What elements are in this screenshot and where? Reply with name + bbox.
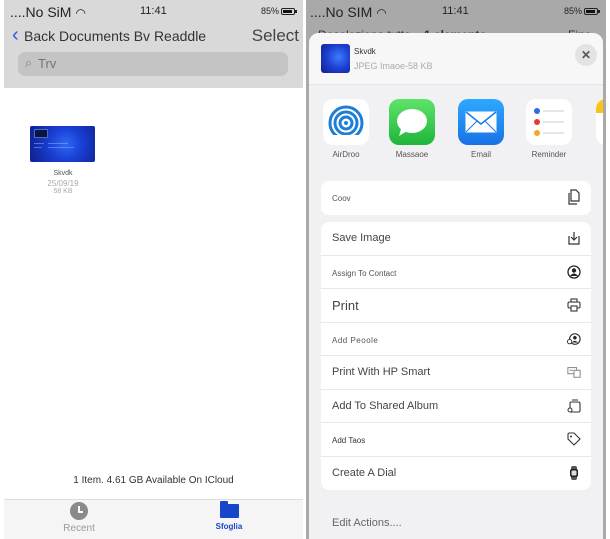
wifi-icon: ◠ bbox=[376, 6, 387, 20]
chevron-left-icon[interactable]: ‹ bbox=[12, 25, 19, 45]
shared-album-icon bbox=[567, 399, 581, 413]
action-add-people[interactable]: Add Peoole bbox=[321, 323, 591, 356]
battery-percent: 85% bbox=[563, 6, 582, 16]
battery-indicator: 85% bbox=[260, 6, 297, 16]
folder-icon bbox=[219, 501, 239, 518]
share-app-label: AirDroo bbox=[332, 150, 360, 159]
close-icon: ✕ bbox=[580, 48, 592, 62]
action-assign-contact[interactable]: Assign To Contact bbox=[321, 256, 591, 289]
tag-icon bbox=[567, 432, 581, 446]
message-icon bbox=[389, 99, 435, 145]
share-app-notes[interactable] bbox=[589, 99, 603, 145]
clock-icon bbox=[70, 502, 88, 520]
panel-divider bbox=[304, 0, 306, 539]
share-app-reminder[interactable]: Reminder bbox=[519, 99, 579, 159]
share-sheet: Skvdk JPEG Imaoe-58 KB ✕ AirDroo Massaoe… bbox=[309, 33, 603, 539]
file-thumbnail[interactable] bbox=[30, 126, 95, 162]
contact-icon bbox=[567, 264, 581, 279]
tab-bar: Recent Sfoglia bbox=[4, 499, 303, 539]
file-date: 25/09/19 bbox=[47, 179, 79, 188]
copy-group: Coov bbox=[321, 181, 591, 215]
tab-recent[interactable]: Recent bbox=[49, 502, 109, 534]
tab-label: Recent bbox=[63, 523, 95, 534]
thumbnail-line bbox=[48, 143, 68, 144]
carrier-label: ....No SIM ◠ bbox=[310, 4, 387, 20]
carrier-text: ....No SIM bbox=[310, 4, 373, 20]
action-print-hp-smart[interactable]: Print With HP Smart bbox=[321, 356, 591, 390]
action-label: Save Image bbox=[332, 232, 391, 244]
action-add-tags[interactable]: Add Taos bbox=[321, 423, 591, 457]
action-print[interactable]: Print bbox=[321, 289, 591, 323]
save-image-icon bbox=[567, 231, 581, 245]
copy-icon bbox=[567, 189, 581, 205]
close-button[interactable]: ✕ bbox=[575, 44, 597, 66]
carrier-label: ....No SiM ◠ bbox=[10, 4, 86, 20]
action-copy[interactable]: Coov bbox=[321, 181, 591, 215]
search-bar[interactable]: ⌕ bbox=[18, 52, 288, 76]
mail-icon bbox=[458, 99, 504, 145]
status-bar: ....No SIM ◠ 11:41 85% bbox=[306, 0, 606, 22]
thumbnail-line bbox=[34, 143, 44, 144]
action-label: Print bbox=[332, 298, 359, 313]
airdrop-icon bbox=[323, 99, 369, 145]
share-app-label: Reminder bbox=[531, 150, 567, 159]
share-file-subtitle: JPEG Imaoe-58 KB bbox=[354, 61, 433, 71]
files-header: ....No SiM ◠ 11:41 85% ‹ Back Documents B… bbox=[4, 0, 303, 88]
select-button[interactable]: Select bbox=[252, 26, 299, 46]
share-app-label: Email bbox=[470, 150, 491, 159]
add-people-icon bbox=[567, 332, 581, 346]
action-label: Assign To Contact bbox=[332, 268, 397, 278]
search-icon: ⌕ bbox=[25, 55, 33, 70]
action-add-shared-album[interactable]: Add To Shared Album bbox=[321, 390, 591, 423]
notes-icon bbox=[596, 99, 603, 145]
share-app-airdrop[interactable]: AirDroo bbox=[316, 99, 376, 159]
tab-browse[interactable]: Sfoglia bbox=[199, 501, 259, 531]
hp-smart-icon bbox=[567, 365, 581, 379]
printer-icon bbox=[567, 298, 581, 312]
file-thumbnail bbox=[321, 44, 350, 73]
file-size: 58 KB bbox=[53, 188, 73, 195]
tab-label: Sfoglia bbox=[215, 522, 243, 531]
battery-percent: 85% bbox=[260, 6, 279, 16]
thumbnail-line bbox=[48, 147, 74, 148]
back-button[interactable]: Back Documents Bv Readdle bbox=[24, 28, 206, 44]
watch-icon bbox=[567, 465, 581, 480]
wifi-icon: ◠ bbox=[75, 6, 86, 20]
carrier-text: ....No SiM bbox=[10, 4, 72, 20]
action-label: Add To Shared Album bbox=[332, 399, 439, 412]
action-label: Add Peoole bbox=[332, 335, 379, 345]
thumbnail-logo bbox=[34, 129, 48, 138]
battery-icon bbox=[584, 7, 600, 15]
storage-info: 1 Item. 4.61 GB Available On ICloud bbox=[73, 475, 234, 486]
share-app-email[interactable]: Email bbox=[451, 99, 511, 159]
nav-bar: ‹ Back Documents Bv Readdle Select bbox=[4, 24, 303, 48]
share-sheet-header: Skvdk JPEG Imaoe-58 KB ✕ bbox=[309, 33, 603, 85]
action-save-image[interactable]: Save Image bbox=[321, 222, 591, 256]
clock-time: 11:41 bbox=[442, 5, 469, 17]
edit-actions-link[interactable]: Edit Actions.... bbox=[332, 517, 402, 529]
reminders-icon bbox=[526, 99, 572, 145]
share-sheet-panel: ....No SIM◠ 11:41 85% Deseleziona tutto … bbox=[306, 0, 606, 539]
share-file-title: Skvdk bbox=[354, 47, 376, 56]
actions-group: Save Image Assign To Contact Print Add P… bbox=[321, 222, 591, 490]
share-app-message[interactable]: Massaoe bbox=[382, 99, 442, 159]
battery-indicator: 85% bbox=[563, 6, 600, 16]
action-create-dial[interactable]: Create A Dial bbox=[321, 457, 591, 491]
file-item[interactable]: Skvdk 25/09/19 58 KB bbox=[30, 126, 96, 195]
status-bar: ....No SiM ◠ 11:41 85% bbox=[4, 0, 303, 22]
files-browser-panel: ....No SiM ◠ 11:41 85% ‹ Back Documents B… bbox=[4, 0, 303, 539]
action-label: Add Taos bbox=[332, 436, 366, 445]
action-label: Coov bbox=[332, 194, 351, 203]
file-name: Skvdk bbox=[53, 170, 73, 177]
action-label: Print With HP Smart bbox=[332, 366, 431, 378]
clock-time: 11:41 bbox=[140, 5, 167, 17]
action-label: Create A Dial bbox=[332, 466, 397, 479]
share-app-label: Massaoe bbox=[395, 150, 429, 159]
battery-icon bbox=[281, 7, 297, 15]
search-input[interactable] bbox=[38, 56, 278, 71]
share-apps-row: AirDroo Massaoe Email Reminder bbox=[309, 91, 603, 167]
screenshot-composite: ....No SiM ◠ 11:41 85% ‹ Back Documents B… bbox=[0, 0, 610, 539]
thumbnail-line bbox=[34, 147, 42, 148]
